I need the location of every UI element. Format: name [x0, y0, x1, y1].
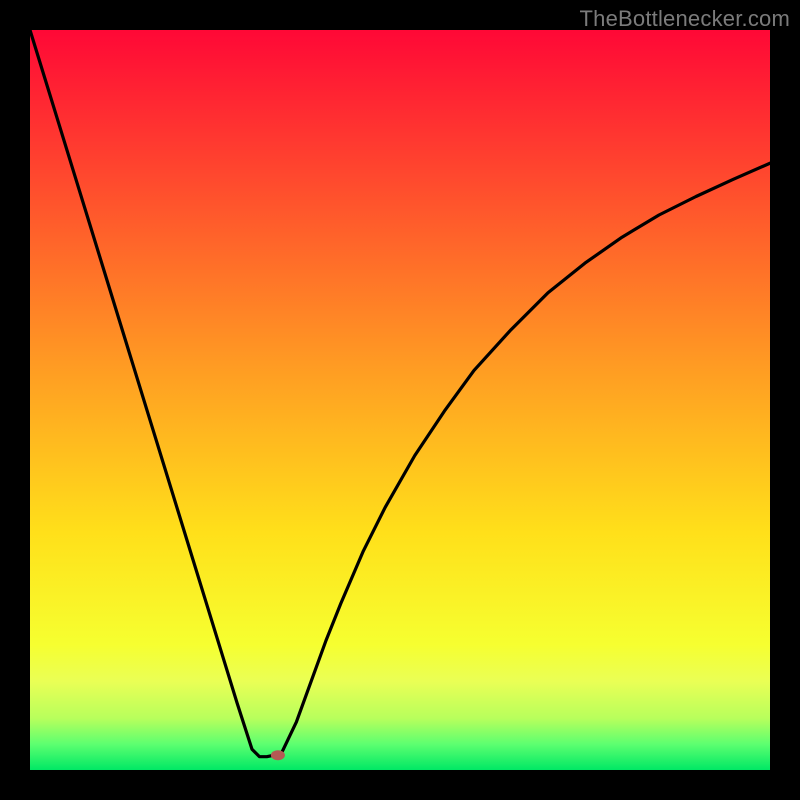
optimal-point-marker	[271, 750, 285, 760]
watermark-text: TheBottlenecker.com	[580, 6, 790, 32]
chart-frame	[30, 30, 770, 770]
bottleneck-chart	[30, 30, 770, 770]
chart-background-gradient	[30, 30, 770, 770]
